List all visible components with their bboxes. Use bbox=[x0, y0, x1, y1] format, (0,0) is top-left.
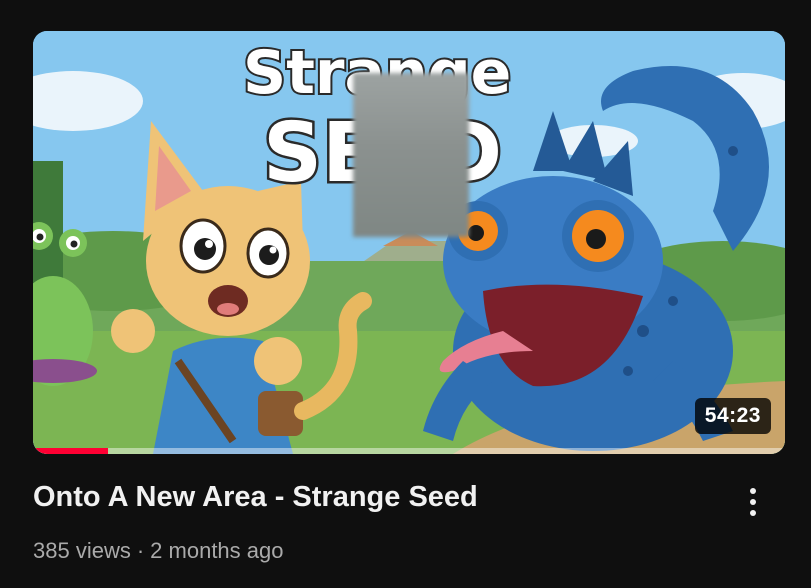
more-vert-icon[interactable] bbox=[738, 482, 768, 522]
menu-dot bbox=[750, 499, 756, 505]
watch-progress-fill bbox=[33, 448, 109, 454]
menu-dot bbox=[750, 510, 756, 516]
watch-progress-bar bbox=[33, 448, 785, 454]
view-count: 385 views bbox=[33, 538, 131, 563]
video-title[interactable]: Onto A New Area - Strange Seed bbox=[33, 478, 713, 516]
video-card[interactable]: Strange SEED 54:23 Onto A New Area - Str… bbox=[0, 0, 811, 588]
upload-age: 2 months ago bbox=[150, 538, 284, 563]
video-metadata: 385 views · 2 months ago bbox=[33, 536, 283, 566]
meta-separator: · bbox=[136, 538, 145, 563]
video-thumbnail[interactable]: Strange SEED 54:23 bbox=[33, 31, 785, 454]
blurred-region bbox=[353, 73, 469, 237]
duration-badge: 54:23 bbox=[694, 398, 771, 434]
menu-dot bbox=[750, 488, 756, 494]
